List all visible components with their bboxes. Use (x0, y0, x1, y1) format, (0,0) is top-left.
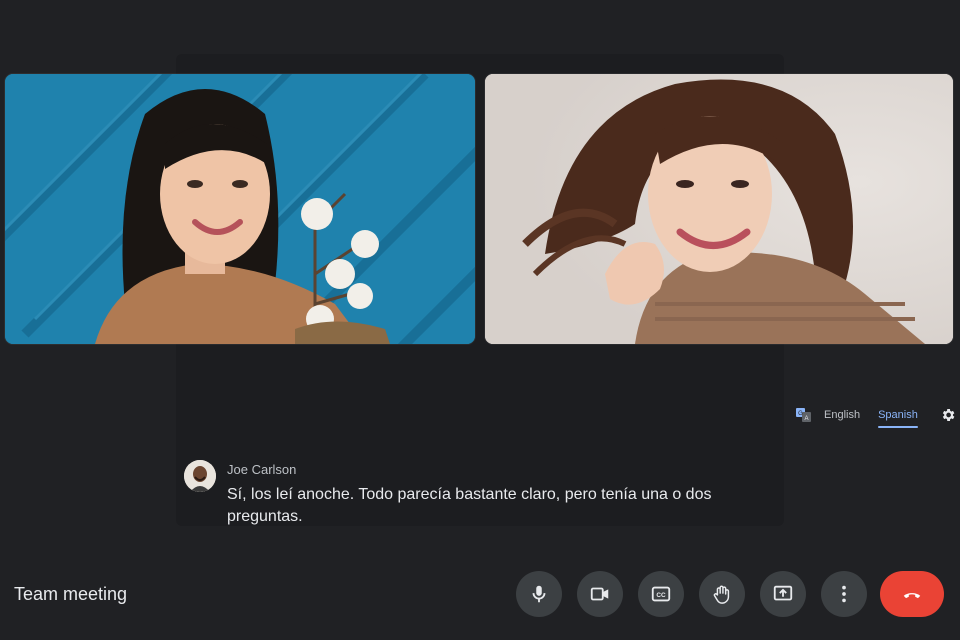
microphone-icon (532, 585, 546, 603)
svg-text:G: G (798, 411, 803, 417)
video-tile-right[interactable] (485, 74, 953, 344)
more-options-icon (842, 585, 846, 603)
raise-hand-button[interactable] (699, 571, 745, 617)
end-call-button[interactable] (880, 571, 944, 617)
language-option-english[interactable]: English (824, 405, 860, 425)
end-call-icon (903, 593, 921, 599)
language-option-spanish[interactable]: Spanish (878, 405, 918, 428)
more-options-button[interactable] (821, 571, 867, 617)
video-tile-left[interactable] (5, 74, 475, 344)
camera-icon (590, 587, 609, 601)
camera-button[interactable] (577, 571, 623, 617)
participant-video-right (485, 74, 953, 344)
captions-button[interactable]: CC (638, 571, 684, 617)
meeting-title: Team meeting (14, 584, 128, 604)
avatar (184, 460, 216, 492)
microphone-button[interactable] (516, 571, 562, 617)
present-screen-icon (773, 585, 793, 601)
participant-video-left (5, 74, 475, 344)
translate-icon[interactable]: G A (796, 407, 812, 423)
svg-text:CC: CC (656, 592, 666, 599)
svg-text:A: A (804, 416, 808, 422)
raise-hand-icon (713, 585, 730, 604)
caption-speaker-name: Joe Carlson (227, 462, 297, 477)
caption-language-bar: G A English Spanish (796, 404, 956, 428)
present-screen-button[interactable] (760, 571, 806, 617)
caption-text: Sí, los leí anoche. Todo parecía bastant… (227, 486, 712, 525)
gear-icon[interactable] (940, 407, 956, 423)
closed-captions-icon: CC (651, 586, 671, 602)
